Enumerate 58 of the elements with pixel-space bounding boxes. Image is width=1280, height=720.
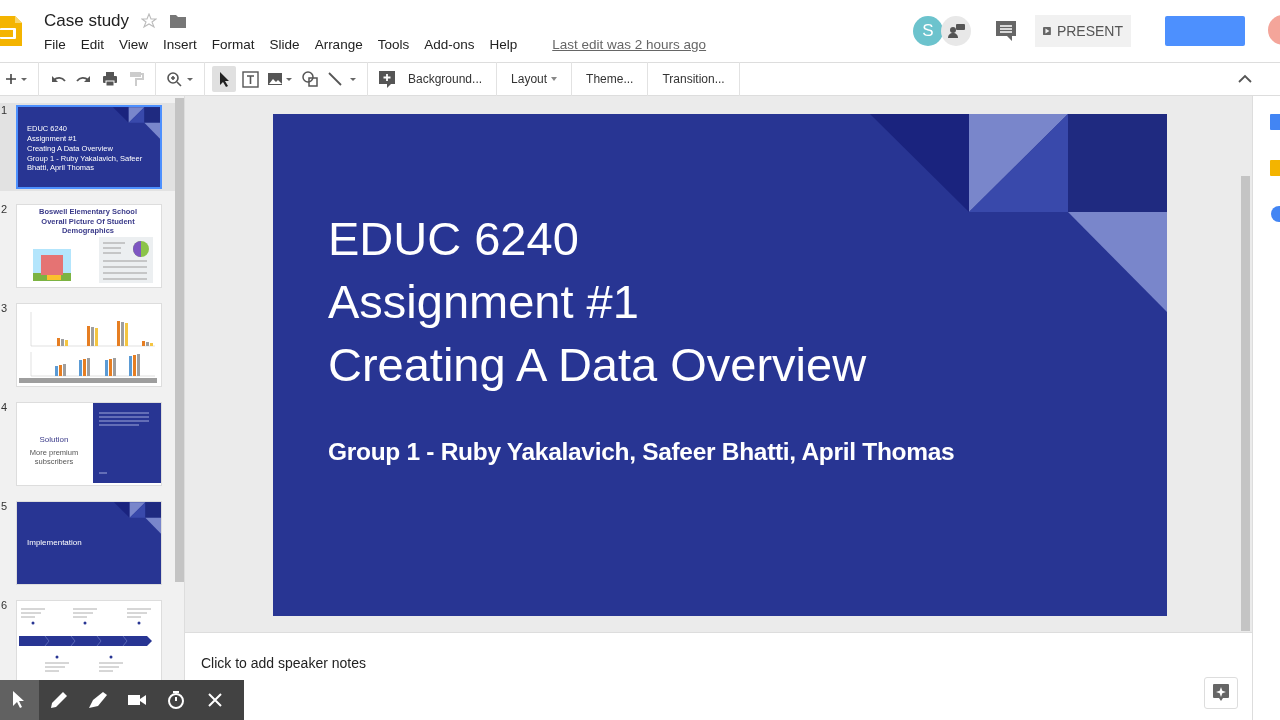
comments-icon[interactable] (995, 20, 1017, 42)
menu-item[interactable]: Add-ons (424, 37, 475, 52)
pen-icon (48, 690, 69, 710)
folder-icon[interactable] (169, 12, 188, 30)
last-edit-link[interactable]: Last edit was 2 hours ago (552, 37, 707, 52)
toolbar-button[interactable]: Transition... (654, 66, 733, 92)
image-icon (267, 71, 293, 87)
slide-number: 5 (0, 500, 9, 512)
corner-triangles-drawing (113, 107, 160, 139)
slide-number: 3 (0, 302, 9, 314)
zoom-icon (166, 71, 194, 87)
scrollbar[interactable] (175, 98, 184, 582)
menu-item[interactable]: Slide (269, 37, 300, 52)
menu-item[interactable]: Format (211, 37, 255, 52)
cursor-button[interactable] (0, 680, 39, 720)
line-icon (327, 71, 357, 87)
speaker-notes-field[interactable]: Click to add speaker notes (201, 655, 1252, 671)
slide-title[interactable]: EDUC 6240 Assignment #1 Creating A Data Overview (328, 207, 1167, 396)
add-comment-icon (378, 70, 396, 88)
menu-item[interactable]: View (119, 37, 149, 52)
toolbar-button[interactable]: Theme... (578, 66, 642, 92)
star-icon[interactable] (141, 13, 158, 29)
shape-icon (302, 71, 318, 87)
slide-thumbnail[interactable]: Implementation (16, 501, 162, 585)
undo-icon (50, 73, 66, 85)
cursor-button[interactable] (212, 66, 236, 92)
slide-number: 4 (0, 401, 9, 413)
cursor-icon (217, 71, 231, 87)
slide-canvas[interactable]: EDUC 6240 Assignment #1 Creating A Data Overview Group 1 - Ruby Yakalavich, Safeer Bhatti, April Thomas (273, 114, 1167, 616)
explore-button[interactable] (1204, 677, 1238, 709)
document-title[interactable]: Case study (44, 11, 130, 31)
text-box-icon (241, 70, 259, 88)
menu-item[interactable]: Tools (377, 37, 410, 52)
slide-number: 6 (0, 599, 9, 611)
collapse-icon[interactable] (1238, 74, 1252, 84)
menu-item[interactable]: File (44, 37, 66, 52)
corner-triangles-drawing (114, 502, 161, 534)
scrollbar[interactable] (1241, 176, 1250, 631)
collaborator-chat-icon[interactable] (941, 16, 971, 46)
slide-number: 2 (0, 203, 9, 215)
present-button[interactable]: PRESENT (1035, 15, 1131, 47)
menu-item[interactable]: Help (489, 37, 518, 52)
slide-title: Implementation (27, 538, 82, 547)
slide-title: Solution (38, 435, 70, 444)
print-icon (102, 71, 118, 87)
slide-number: 1 (0, 104, 9, 116)
slide-subtitle[interactable]: Group 1 - Ruby Yakalavich, Safeer Bhatti, April Thomas (328, 438, 1167, 466)
menu-item[interactable]: Insert (163, 37, 197, 52)
menu-item[interactable]: Edit (80, 37, 105, 52)
toolbar-button[interactable]: Background... (400, 66, 491, 92)
menu-item[interactable]: Arrange (314, 37, 363, 52)
explore-icon (1213, 684, 1229, 702)
highlighter-icon (87, 690, 108, 710)
toolbar-button[interactable]: Layout (503, 66, 566, 92)
new-slide-icon (4, 72, 28, 86)
timer-icon (165, 690, 186, 710)
paint-format-icon (128, 71, 144, 87)
caret-icon (551, 77, 558, 81)
